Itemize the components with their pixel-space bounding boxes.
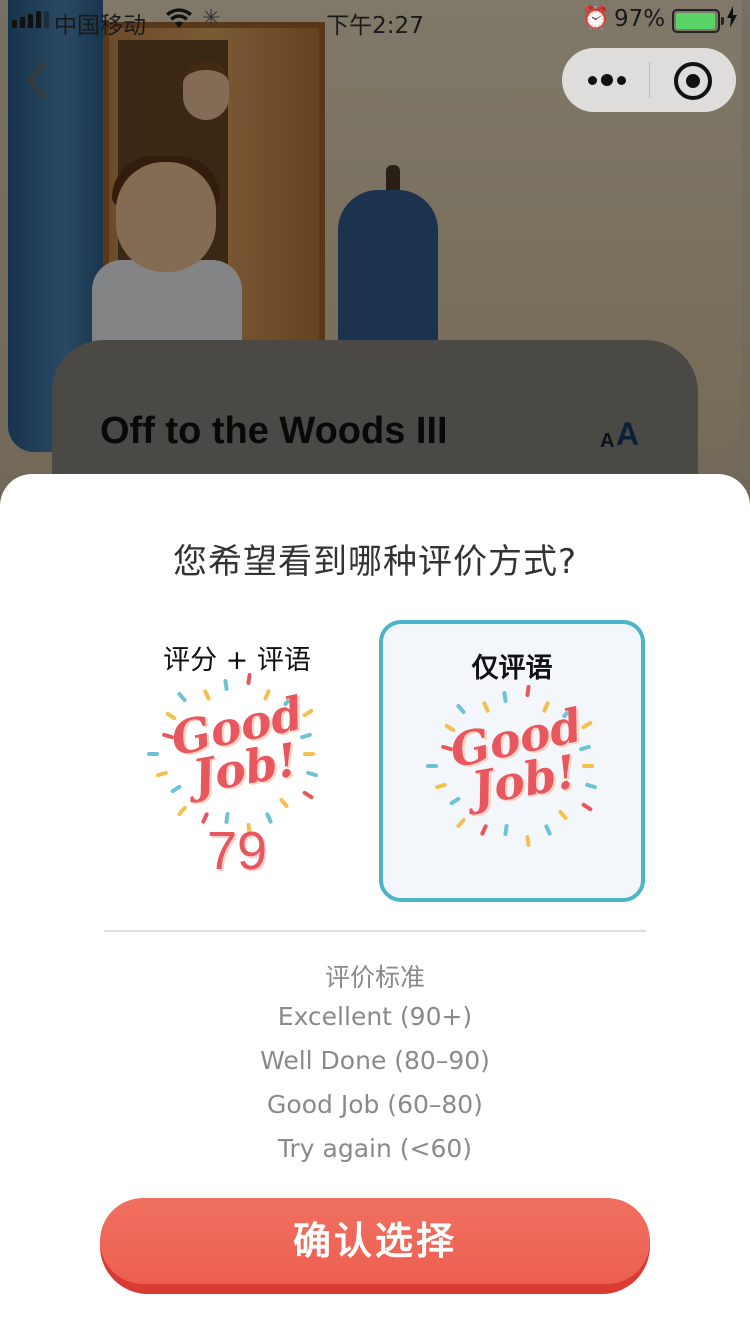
confirm-selection-button[interactable]: 确认选择 (100, 1198, 650, 1294)
evaluation-mode-sheet: 您希望看到哪种评价方式? 评分 + 评语 Good Job! 79 仅评语 Go… (0, 474, 750, 1334)
sparkle (176, 691, 188, 703)
criteria-item: Try again (<60) (277, 1134, 473, 1163)
sparkle (278, 797, 290, 809)
option-comment-only[interactable]: 仅评语 Good Job! (379, 620, 645, 902)
sparkle (455, 817, 467, 829)
sparkle (481, 700, 491, 714)
alarm-icon: ⏰ (582, 6, 610, 31)
miniprogram-capsule (562, 48, 736, 112)
good-job-badge-icon: Good Job! (426, 684, 599, 848)
sample-score: 79 (206, 821, 268, 881)
more-dots-icon[interactable] (588, 66, 628, 94)
criteria-item: Well Done (80–90) (260, 1046, 490, 1075)
option-score-and-comment[interactable]: 评分 + 评语 Good Job! 79 (104, 620, 370, 902)
sparkle (502, 690, 508, 703)
option-label: 评分 + 评语 (163, 645, 311, 676)
good-job-badge-icon: Good Job! (147, 672, 320, 836)
option-label: 仅评语 (471, 653, 553, 684)
battery-percent: 97% (614, 6, 666, 32)
sparkle (525, 684, 531, 698)
sparkle (223, 678, 229, 691)
sparkle (557, 809, 569, 821)
capsule-divider (649, 62, 650, 98)
screen: Off to the Woods III A A 中国移动 ✳ 下午2:27 ⏰… (0, 0, 750, 1334)
sparkle (544, 823, 553, 837)
sparkle (176, 805, 188, 817)
criteria-title: 评价标准 (324, 963, 425, 992)
sparkle (502, 823, 509, 837)
sparkle (246, 672, 252, 686)
sheet-question: 您希望看到哪种评价方式? (172, 542, 578, 582)
divider (104, 930, 646, 932)
charging-icon (726, 6, 738, 34)
sparkle (202, 688, 212, 702)
criteria-item: Excellent (90+) (277, 1002, 473, 1031)
close-target-icon[interactable] (674, 62, 712, 100)
sparkle (301, 789, 314, 800)
sparkle (455, 703, 467, 715)
confirm-button-label: 确认选择 (100, 1198, 650, 1284)
battery-icon (672, 9, 724, 33)
back-chevron-icon[interactable] (24, 60, 64, 104)
status-bar: 中国移动 ✳ 下午2:27 ⏰ 97% (0, 0, 750, 40)
criteria-item: Good Job (60–80) (267, 1090, 483, 1119)
sparkle (580, 801, 593, 812)
sparkle (479, 823, 488, 837)
sparkle (525, 834, 531, 848)
